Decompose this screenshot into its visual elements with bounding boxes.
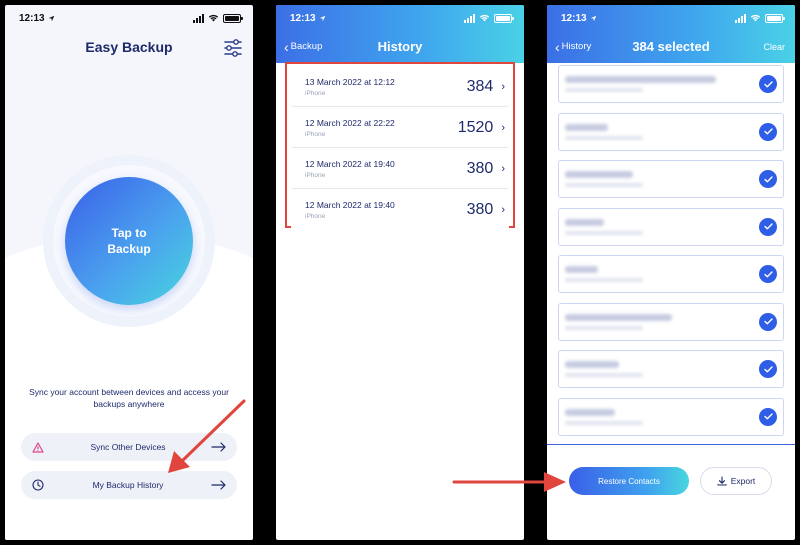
blurred-contact xyxy=(565,313,759,330)
battery-icon xyxy=(223,13,243,23)
history-device: iPhone xyxy=(305,89,326,97)
sync-other-devices-button[interactable]: Sync Other Devices xyxy=(21,433,237,461)
tap-to-backup-button[interactable]: Tap to Backup xyxy=(65,177,193,305)
history-nav-bar: ‹ Backup History xyxy=(276,39,524,57)
status-time-text: 12:13 xyxy=(19,12,45,24)
export-label: Export xyxy=(730,476,756,486)
contact-list xyxy=(558,65,784,445)
wifi-icon xyxy=(750,14,761,22)
history-device: iPhone xyxy=(305,130,326,138)
history-screen: 12:13 ‹ Backup History 13 March 2022 at … xyxy=(276,5,524,540)
contact-row[interactable] xyxy=(558,65,784,103)
wifi-icon xyxy=(479,14,490,22)
contact-row[interactable] xyxy=(558,350,784,388)
checkmark-icon[interactable] xyxy=(759,122,777,141)
restore-contacts-button[interactable]: Restore Contacts xyxy=(569,467,689,495)
blurred-contact xyxy=(565,361,759,377)
checkmark-icon[interactable] xyxy=(759,265,777,283)
warning-triangle-icon xyxy=(31,440,45,454)
history-count: 384 xyxy=(466,77,494,95)
history-date: 12 March 2022 at 19:40 xyxy=(305,158,395,169)
signal-icon xyxy=(735,13,746,23)
sync-other-devices-label: Sync Other Devices xyxy=(90,442,166,452)
checkmark-icon[interactable] xyxy=(759,75,777,93)
history-date: 12 March 2022 at 22:22 xyxy=(305,117,395,128)
signal-icon xyxy=(464,13,475,23)
status-time-text: 12:13 xyxy=(561,12,587,24)
clock-icon xyxy=(31,478,45,492)
blurred-contact xyxy=(565,408,759,425)
checkmark-icon[interactable] xyxy=(759,360,777,378)
history-count: 1520 xyxy=(457,118,494,136)
arrow-right-icon xyxy=(211,442,226,452)
history-date: 13 March 2022 at 12:12 xyxy=(305,76,395,87)
location-icon xyxy=(319,15,325,21)
history-list: 13 March 2022 at 12:12 iPhone 384 › 12 Ma… xyxy=(285,62,515,230)
battery-icon xyxy=(494,13,514,23)
contact-row[interactable] xyxy=(558,302,784,341)
chevron-right-icon: › xyxy=(501,121,505,134)
status-time: 12:13 xyxy=(561,13,597,24)
tap-to-backup-label: Tap to Backup xyxy=(107,226,151,256)
checkmark-icon[interactable] xyxy=(759,217,777,236)
selection-nav-bar: ‹ History 384 selected Clear xyxy=(547,39,795,57)
screenshot-canvas: 12:13 Easy Backup Tap to Backup Sync you… xyxy=(0,0,800,545)
history-device: iPhone xyxy=(305,213,326,220)
history-row[interactable]: 13 March 2022 at 12:12 iPhone 384 › xyxy=(291,67,509,107)
contact-row[interactable] xyxy=(558,397,784,436)
history-row[interactable]: 12 March 2022 at 19:40 iPhone 380 › xyxy=(291,190,509,230)
history-count: 380 xyxy=(466,201,494,218)
status-bar: 12:13 xyxy=(547,5,795,31)
history-row[interactable]: 12 March 2022 at 19:40 iPhone 380 › xyxy=(291,149,509,189)
status-bar: 12:13 xyxy=(5,5,253,31)
home-screen: 12:13 Easy Backup Tap to Backup Sync you… xyxy=(5,5,253,540)
chevron-right-icon: › xyxy=(501,80,505,93)
contact-row[interactable] xyxy=(558,207,784,246)
history-device: iPhone xyxy=(305,171,326,179)
battery-icon xyxy=(765,13,785,23)
chevron-right-icon: › xyxy=(501,204,505,216)
contact-row[interactable] xyxy=(558,255,784,293)
contacts-selection-screen: 12:13 ‹ History 384 selected Clear Resto… xyxy=(547,5,795,540)
status-bar: 12:13 xyxy=(276,5,524,31)
clear-button[interactable]: Clear xyxy=(763,42,785,52)
chevron-right-icon: › xyxy=(501,162,505,175)
download-icon xyxy=(717,476,727,486)
page-title: 384 selected xyxy=(632,39,710,54)
history-row[interactable]: 12 March 2022 at 22:22 iPhone 1520 › xyxy=(291,108,509,148)
wifi-icon xyxy=(208,14,219,22)
status-time: 12:13 xyxy=(290,13,326,24)
sync-description: Sync your account between devices and ac… xyxy=(29,387,229,409)
my-backup-history-button[interactable]: My Backup History xyxy=(21,471,237,499)
blurred-contact xyxy=(565,171,759,187)
export-button[interactable]: Export xyxy=(700,467,772,495)
location-icon xyxy=(590,15,596,21)
contact-row[interactable] xyxy=(558,160,784,198)
blurred-contact xyxy=(565,218,759,235)
contact-row[interactable] xyxy=(558,112,784,151)
checkmark-icon[interactable] xyxy=(759,407,777,426)
arrow-right-icon xyxy=(211,480,226,490)
page-title: History xyxy=(377,39,423,54)
blurred-contact xyxy=(565,266,759,282)
history-count: 380 xyxy=(466,159,494,177)
checkmark-icon[interactable] xyxy=(759,312,777,331)
restore-contacts-label: Restore Contacts xyxy=(598,476,660,486)
settings-sliders-icon[interactable] xyxy=(223,39,243,57)
status-time-text: 12:13 xyxy=(290,12,316,24)
my-backup-history-label: My Backup History xyxy=(92,480,164,490)
status-time: 12:13 xyxy=(19,13,55,24)
history-date: 12 March 2022 at 19:40 xyxy=(305,200,395,210)
footer-divider xyxy=(547,444,795,445)
blurred-contact xyxy=(565,123,759,140)
location-icon xyxy=(48,15,54,21)
signal-icon xyxy=(193,13,204,23)
blurred-contact xyxy=(565,76,759,92)
checkmark-icon[interactable] xyxy=(759,170,777,188)
app-title: Easy Backup xyxy=(85,39,173,55)
